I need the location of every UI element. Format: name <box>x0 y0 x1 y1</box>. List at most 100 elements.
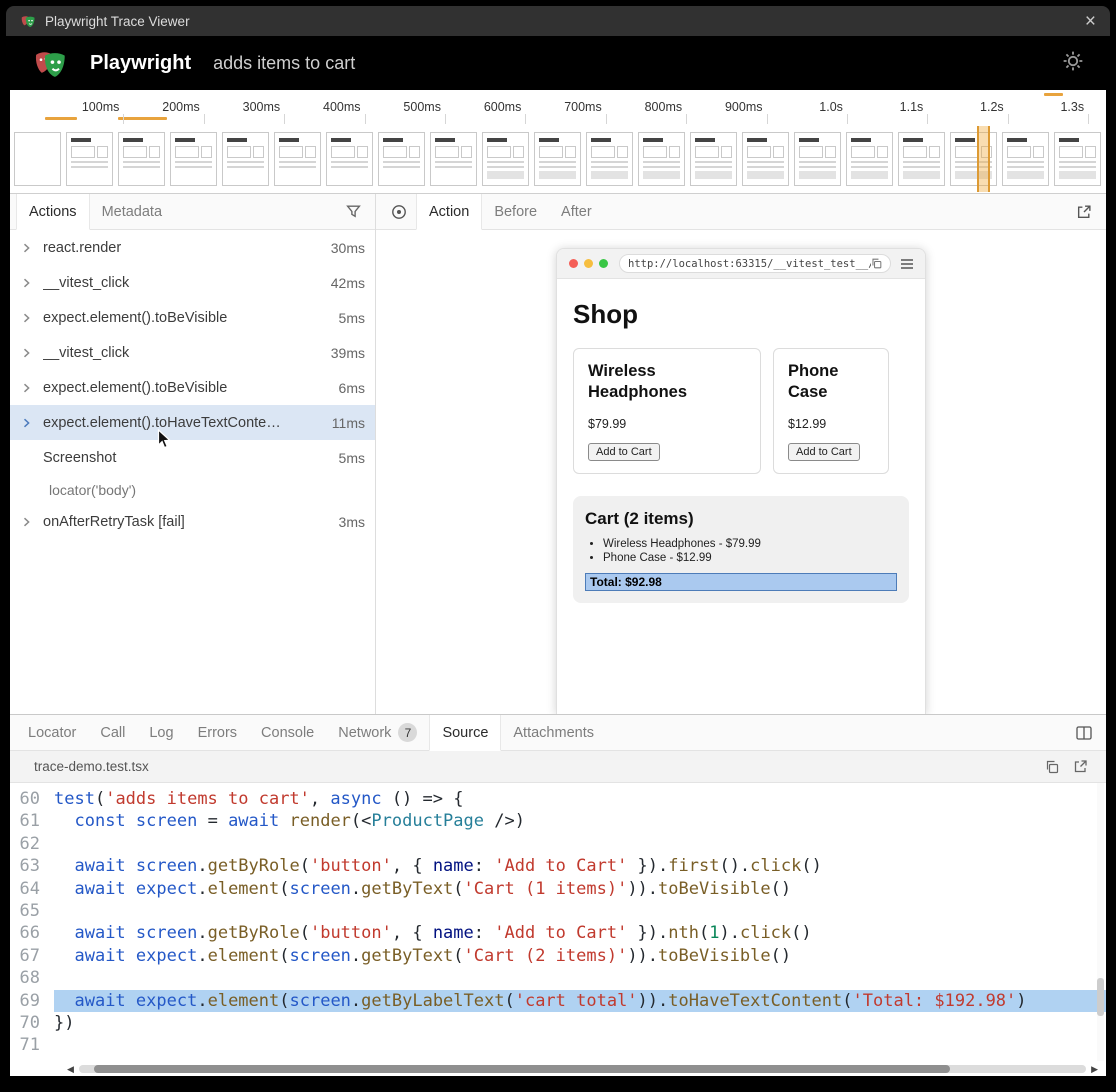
code-line: 68 <box>10 967 1106 989</box>
tab-call[interactable]: Call <box>88 715 137 750</box>
chevron-right-icon[interactable] <box>22 313 37 323</box>
line-number: 71 <box>10 1034 54 1056</box>
tab-source[interactable]: Source <box>429 715 501 751</box>
code-line: 65 <box>10 900 1106 922</box>
tab-label: Log <box>149 725 173 741</box>
chevron-right-icon[interactable] <box>22 517 37 527</box>
filmstrip-frame[interactable] <box>534 132 581 186</box>
code-line: 62 <box>10 833 1106 855</box>
action-label: expect.element().toBeVisible <box>43 380 339 396</box>
filmstrip-frame[interactable] <box>326 132 373 186</box>
filmstrip-frame[interactable] <box>430 132 477 186</box>
action-item[interactable]: onAfterRetryTask [fail]3ms <box>10 504 375 539</box>
timeline-selection-band[interactable] <box>977 126 990 192</box>
settings-gear-icon[interactable] <box>1062 50 1084 77</box>
scrollbar-thumb[interactable] <box>94 1065 950 1073</box>
filmstrip-frame[interactable] <box>378 132 425 186</box>
filter-icon[interactable] <box>346 194 361 229</box>
action-duration: 11ms <box>332 415 365 431</box>
copy-url-icon[interactable] <box>871 258 882 269</box>
scroll-left-icon[interactable]: ◀ <box>67 1065 74 1074</box>
filmstrip-frame[interactable] <box>1002 132 1049 186</box>
timeline-tick: 200ms <box>124 90 204 124</box>
chevron-right-icon[interactable] <box>22 243 37 253</box>
filmstrip-frame[interactable] <box>66 132 113 186</box>
tab-metadata[interactable]: Metadata <box>90 194 174 229</box>
horizontal-scrollbar[interactable]: ◀ ▶ <box>67 1061 1098 1077</box>
timeline[interactable]: 100ms200ms300ms400ms500ms600ms700ms800ms… <box>10 90 1106 194</box>
tab-errors[interactable]: Errors <box>186 715 249 750</box>
open-source-external-icon[interactable] <box>1073 759 1088 774</box>
details-tabbar: LocatorCall Log Errors Console Network7Sourc… <box>10 715 1106 751</box>
tab-locator[interactable]: Locator <box>16 715 88 750</box>
chevron-right-icon[interactable] <box>22 278 37 288</box>
action-item[interactable]: expect.element().toBeVisible5ms <box>10 300 375 335</box>
filmstrip-frame[interactable] <box>118 132 165 186</box>
product-name: Phone Case <box>788 361 874 403</box>
tab-action[interactable]: Action <box>416 194 482 230</box>
filmstrip-frame[interactable] <box>170 132 217 186</box>
address-bar[interactable]: http://localhost:63315/__vitest_test__/?… <box>619 254 891 273</box>
actions-panel: ActionsMetadata react.render30ms__vitest… <box>10 194 376 714</box>
action-item[interactable]: __vitest_click42ms <box>10 265 375 300</box>
filmstrip-frame[interactable] <box>1054 132 1101 186</box>
menu-hamburger-icon[interactable] <box>900 258 914 270</box>
tab-console[interactable]: Console <box>249 715 326 750</box>
filmstrip-frame[interactable] <box>846 132 893 186</box>
tab-actions[interactable]: Actions <box>16 194 90 230</box>
action-item[interactable]: expect.element().toHaveTextConte…11ms <box>10 405 375 440</box>
filmstrip-frame[interactable] <box>222 132 269 186</box>
titlebar: Playwright Trace Viewer × <box>6 6 1110 36</box>
scroll-right-icon[interactable]: ▶ <box>1091 1065 1098 1074</box>
add-to-cart-button[interactable]: Add to Cart <box>788 443 860 461</box>
tab-before[interactable]: Before <box>482 194 549 229</box>
tab-log[interactable]: Log <box>137 715 185 750</box>
filmstrip-frame[interactable] <box>950 132 997 186</box>
filmstrip-frame[interactable] <box>274 132 321 186</box>
action-item[interactable]: __vitest_click39ms <box>10 335 375 370</box>
timeline-tick: 1.1s <box>848 90 928 124</box>
traffic-light-green-icon <box>599 259 608 268</box>
main-split: ActionsMetadata react.render30ms__vitest… <box>10 194 1106 714</box>
filmstrip-frame[interactable] <box>482 132 529 186</box>
chevron-right-icon[interactable] <box>22 348 37 358</box>
copy-source-icon[interactable] <box>1045 760 1059 774</box>
add-to-cart-button[interactable]: Add to Cart <box>588 443 660 461</box>
chevron-right-icon[interactable] <box>22 418 37 428</box>
tab-attachments[interactable]: Attachments <box>501 715 606 750</box>
tab-network[interactable]: Network7 <box>326 715 429 750</box>
code-line: 63 await screen.getByRole('button', { na… <box>10 855 1106 877</box>
scrollbar-track[interactable] <box>79 1065 1086 1073</box>
action-item[interactable]: expect.element().toBeVisible6ms <box>10 370 375 405</box>
split-view-icon[interactable] <box>1076 715 1092 750</box>
filmstrip-frame[interactable] <box>898 132 945 186</box>
action-item[interactable]: Screenshot5ms <box>10 440 375 475</box>
action-detail-row[interactable]: locator('body') <box>10 475 375 504</box>
timeline-tick: 1.2s <box>928 90 1008 124</box>
filmstrip-frame[interactable] <box>742 132 789 186</box>
line-content <box>54 967 1106 989</box>
tab-label: Attachments <box>513 725 594 741</box>
line-number: 68 <box>10 967 54 989</box>
browser-chrome: http://localhost:63315/__vitest_test__/?… <box>557 249 925 279</box>
filmstrip-frame[interactable] <box>14 132 61 186</box>
action-duration: 42ms <box>331 275 365 291</box>
traffic-light-red-icon <box>569 259 578 268</box>
filmstrip-frame[interactable] <box>638 132 685 186</box>
product-price: $79.99 <box>588 417 746 431</box>
pick-locator-icon[interactable] <box>390 194 408 229</box>
filmstrip-frame[interactable] <box>690 132 737 186</box>
vertical-scrollbar[interactable] <box>1097 783 1104 1061</box>
tab-after[interactable]: After <box>549 194 604 229</box>
vertical-scrollbar-thumb[interactable] <box>1097 978 1104 1016</box>
chevron-right-icon[interactable] <box>22 383 37 393</box>
open-external-icon[interactable] <box>1076 194 1092 229</box>
window-title: Playwright Trace Viewer <box>45 14 190 29</box>
action-duration: 5ms <box>339 450 365 466</box>
tab-label: Console <box>261 725 314 741</box>
close-icon[interactable]: × <box>1085 12 1096 31</box>
filmstrip-frame[interactable] <box>586 132 633 186</box>
action-item[interactable]: react.render30ms <box>10 230 375 265</box>
filmstrip[interactable] <box>10 124 1106 194</box>
filmstrip-frame[interactable] <box>794 132 841 186</box>
